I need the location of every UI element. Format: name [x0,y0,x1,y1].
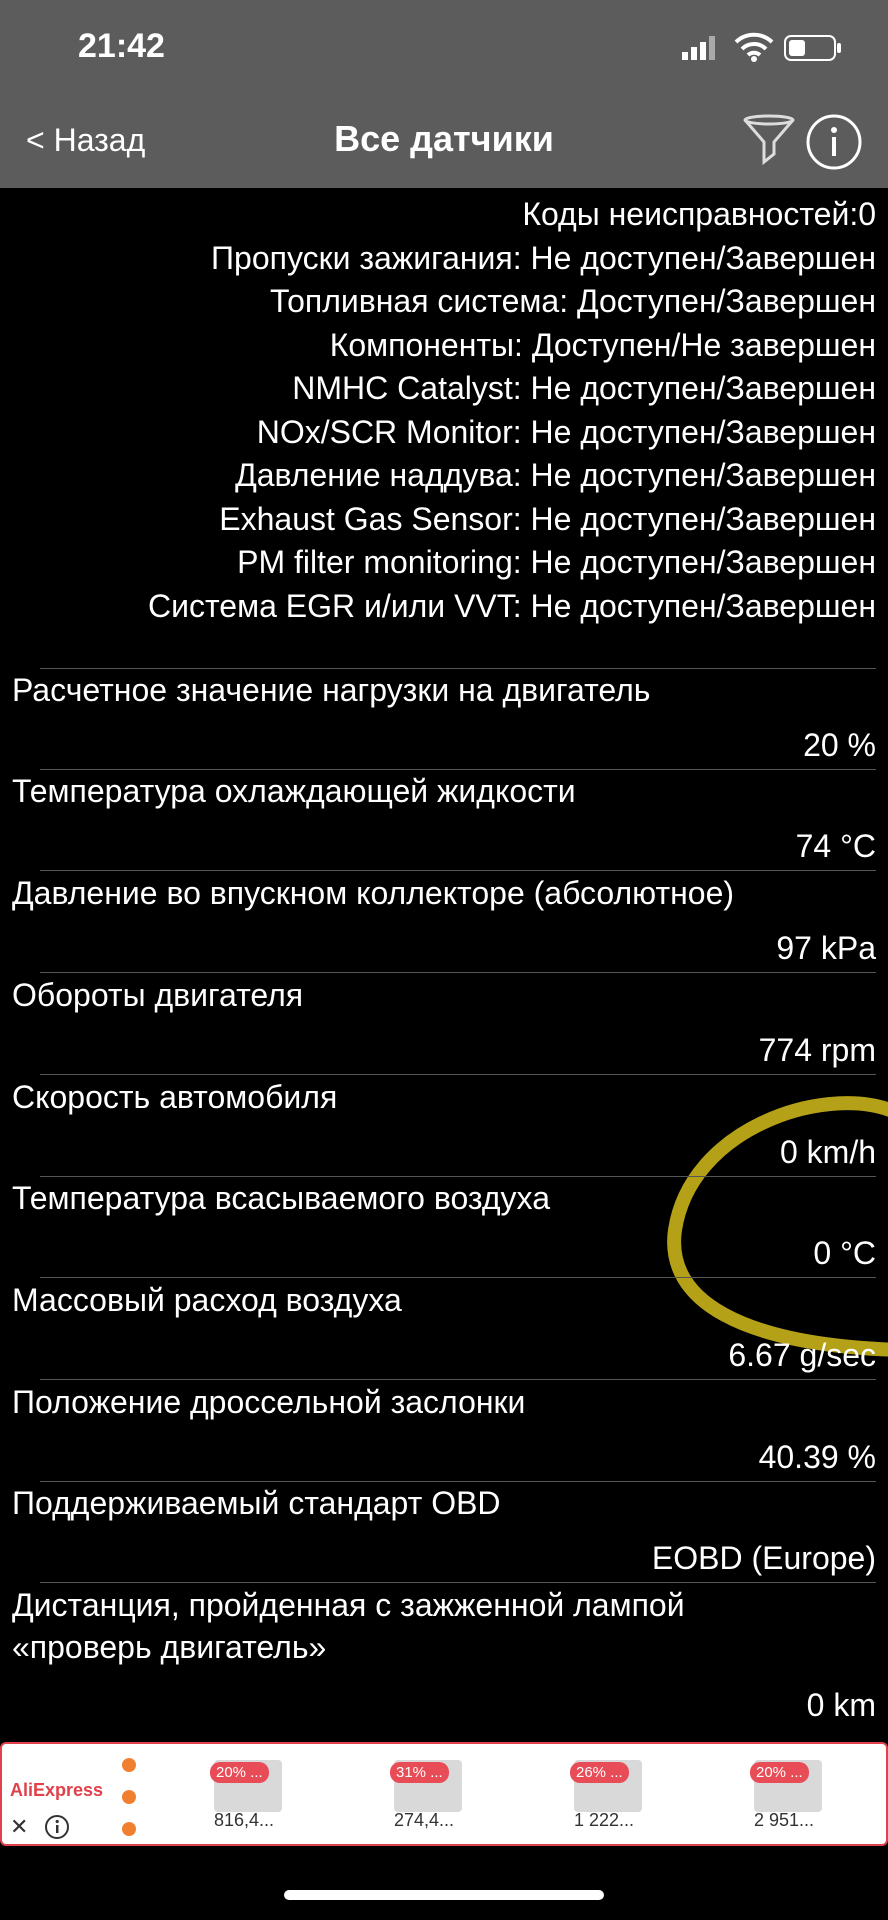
ad-close-button[interactable]: ✕ [10,1814,28,1840]
ad-dot [122,1822,136,1836]
sensor-name: Давление во впускном коллекторе (абсолют… [12,875,735,911]
sensor-name: Дистанция, пройденная с зажженной лампой [12,1587,685,1623]
ad-price: 274,4... [394,1810,455,1830]
row-divider [40,972,876,973]
home-indicator[interactable] [284,1890,604,1900]
discount-badge: 20% ... [750,1762,809,1783]
monitor-status-line: NOx/SCR Monitor: Не доступен/Завершен [256,413,876,450]
monitor-status-line: Компоненты: Доступен/Не завершен [329,326,876,363]
sensor-value: 74 °C [795,828,876,864]
discount-badge: 26% ... [570,1762,629,1783]
sensor-name: Скорость автомобиля [12,1079,338,1115]
ad-brand-logo: AliExpress [10,1780,104,1800]
ad-product[interactable]: 31% ... 274,4... [382,1756,502,1836]
highlight-annotation [667,1096,888,1357]
monitor-status-line: Exhaust Gas Sensor: Не доступен/Завершен [219,500,876,537]
sensor-value: 0 °C [813,1235,876,1271]
sensor-value: 97 kPa [776,930,876,966]
ad-price: 2 951... [754,1810,815,1830]
sensor-value: 0 km [806,1687,876,1723]
sensor-name: Массовый расход воздуха [12,1282,402,1318]
monitor-status-line: Система EGR и/или VVT: Не доступен/Завер… [147,587,876,624]
discount-badge: 20% ... [210,1762,269,1783]
sensor-value: 20 % [803,727,876,763]
filter-icon[interactable] [742,114,796,168]
wifi-icon [734,32,774,62]
ad-product[interactable]: 26% ... 1 222... [562,1756,682,1836]
monitor-status-line: Пропуски зажигания: Не доступен/Завершен [211,239,876,276]
nav-header: 21:42 < Назад Все датчики [0,0,888,188]
sensor-name: Поддерживаемый стандарт OBD [12,1485,501,1521]
sensor-value: 0 km/h [779,1134,876,1170]
info-icon[interactable] [806,114,862,170]
discount-badge: 31% ... [390,1762,449,1783]
sensor-value: 774 rpm [758,1032,876,1068]
row-divider [40,769,876,770]
row-divider [40,1074,876,1075]
sensor-name: Расчетное значение нагрузки на двигатель [12,672,651,708]
dtc-count: Коды неисправностей:0 [522,196,876,232]
ad-dot [122,1790,136,1804]
sensor-value: EOBD (Europe) [651,1540,876,1576]
row-divider [40,870,876,871]
sensor-name-line2: «проверь двигатель» [12,1629,327,1665]
monitor-status-line: Давление наддува: Не доступен/Завершен [235,457,876,493]
monitor-status-line: PM filter monitoring: Не доступен/Заверш… [237,544,876,580]
ad-price: 816,4... [214,1810,275,1830]
row-divider [40,1176,876,1177]
sensor-value: 6.67 g/sec [728,1337,876,1373]
sensor-name: Температура всасываемого воздуха [12,1180,550,1216]
row-divider [40,1481,876,1482]
ad-banner[interactable]: AliExpress ✕ 20% ... 816,4... 31% ... 274,4… [0,1742,888,1846]
ad-product[interactable]: 20% ... 2 951... [742,1756,862,1836]
cellular-signal-icon [682,36,715,60]
monitor-status-line: NMHC Catalyst: Не доступен/Завершен [292,370,876,406]
row-divider [40,1379,876,1380]
ad-info-icon[interactable] [44,1814,70,1840]
sensor-name: Температура охлаждающей жидкости [12,773,576,809]
sensor-name: Положение дроссельной заслонки [12,1384,526,1420]
ad-product[interactable]: 20% ... 816,4... [202,1756,322,1836]
row-divider [40,668,876,669]
row-divider [40,1582,876,1583]
status-time: 21:42 [78,27,165,65]
sensor-value: 40.39 % [758,1439,876,1475]
monitor-status-line: Топливная система: Доступен/Завершен [270,283,876,319]
battery-icon [784,35,841,61]
sensor-name: Обороты двигателя [12,977,304,1013]
row-divider [40,1277,876,1278]
ad-price: 1 222... [574,1810,635,1830]
ad-dot [122,1758,136,1772]
